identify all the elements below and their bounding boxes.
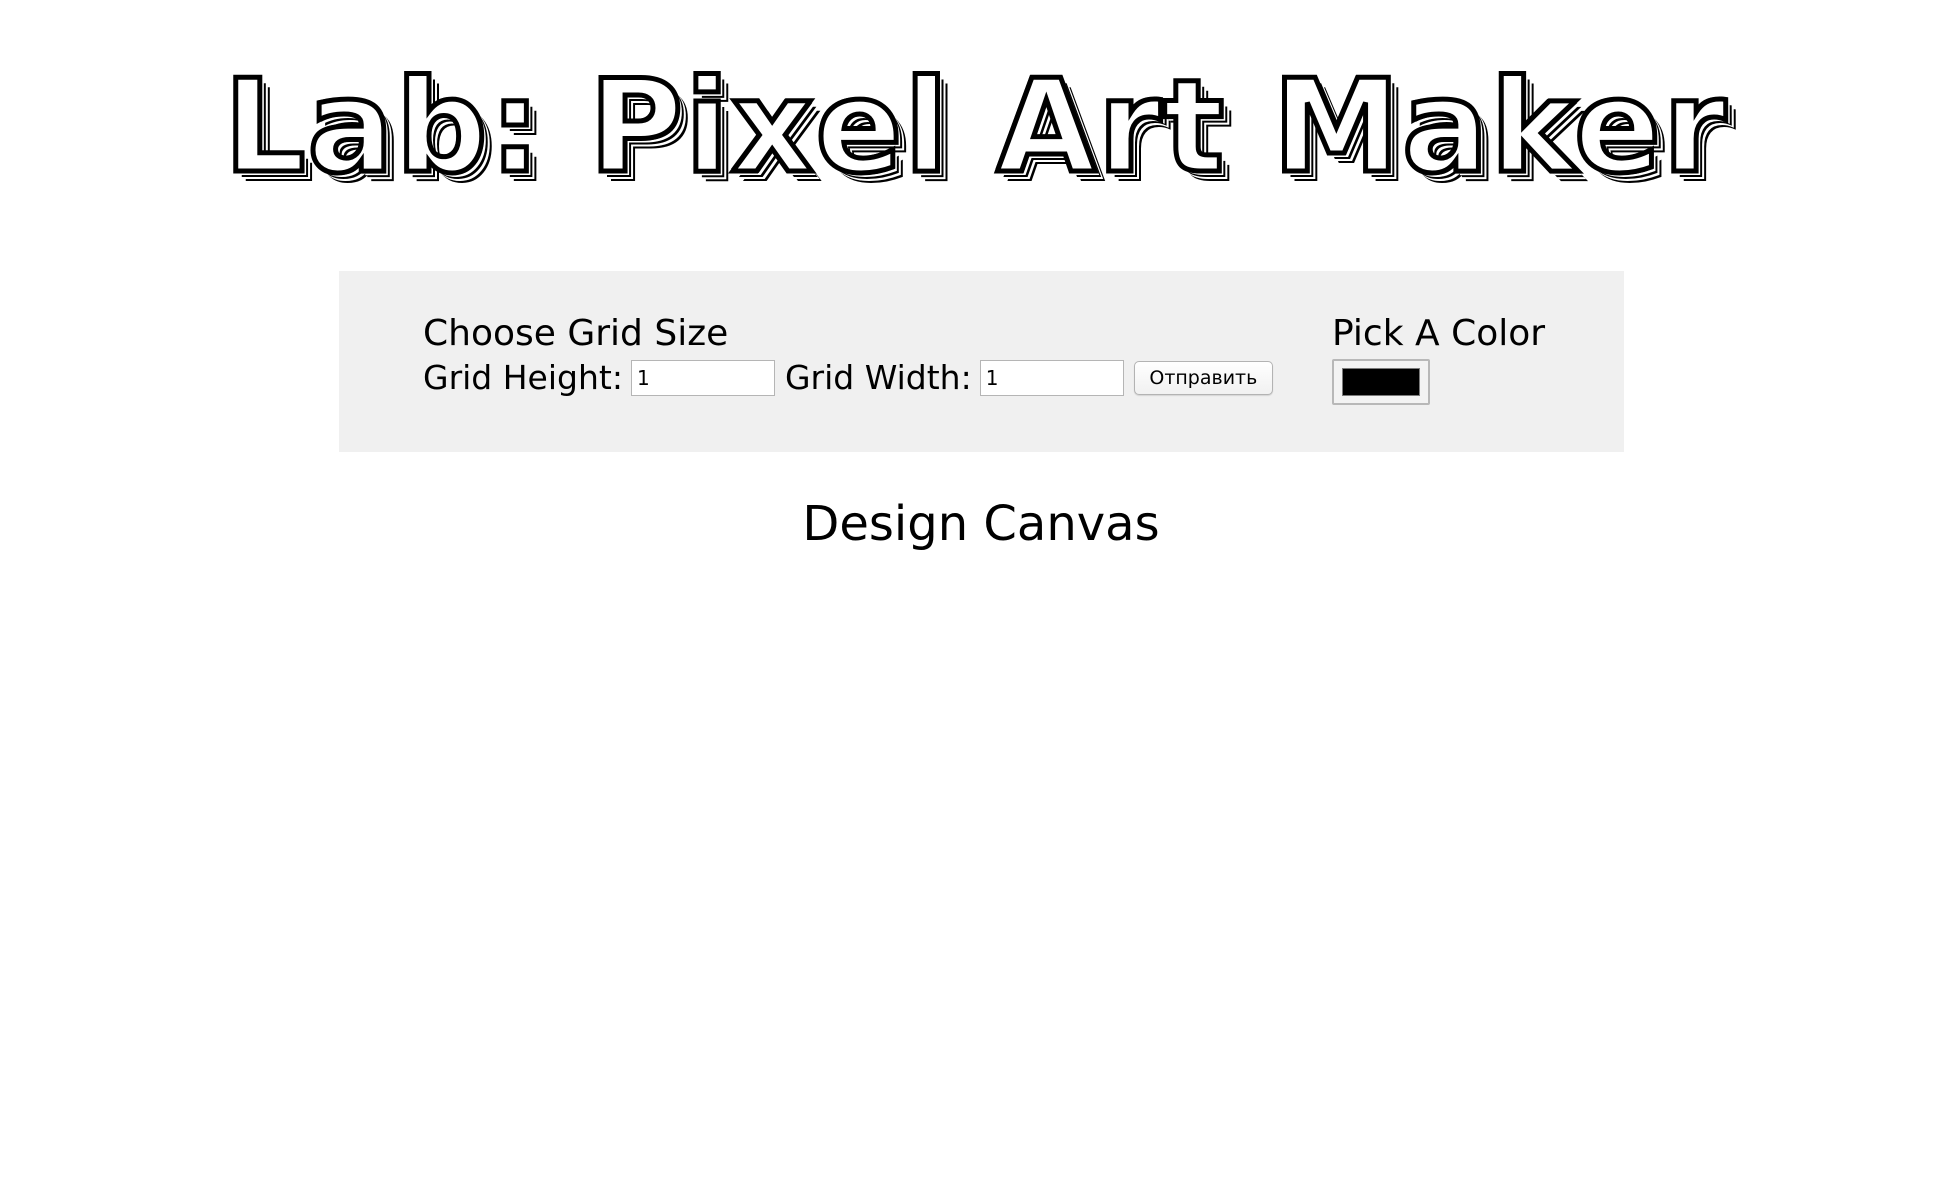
grid-height-label: Grid Height: <box>423 358 623 397</box>
controls-panel: Choose Grid Size Grid Height: Grid Width… <box>339 271 1624 452</box>
canvas-heading: Design Canvas <box>802 496 1160 552</box>
grid-size-row: Grid Height: Grid Width: Отправить <box>423 357 1273 399</box>
size-picker-form: Choose Grid Size Grid Height: Grid Width… <box>423 313 1273 399</box>
grid-size-heading: Choose Grid Size <box>423 313 729 354</box>
color-picker-section: Pick A Color <box>1332 313 1592 405</box>
color-picker-input[interactable] <box>1332 359 1430 405</box>
grid-width-input[interactable] <box>979 360 1124 396</box>
page: Lab: Pixel Art Maker Choose Grid Size Gr… <box>0 0 1952 1196</box>
grid-width-label: Grid Width: <box>784 358 972 397</box>
color-picker-heading: Pick A Color <box>1332 313 1546 354</box>
grid-height-input[interactable] <box>630 360 775 396</box>
submit-button[interactable]: Отправить <box>1133 361 1273 395</box>
page-title: Lab: Pixel Art Maker <box>221 53 1729 202</box>
color-swatch <box>1342 368 1420 396</box>
